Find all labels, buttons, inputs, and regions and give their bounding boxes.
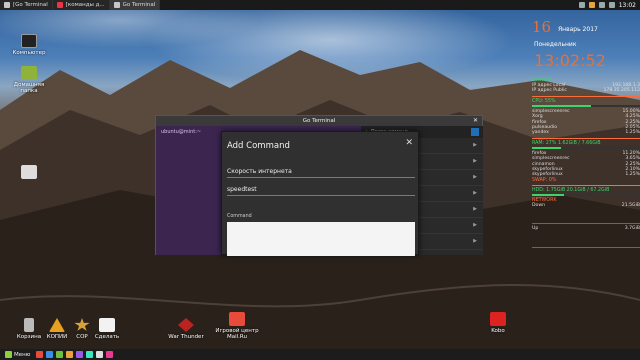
dialog-title: Add Command (227, 141, 290, 151)
add-command-dialog: Add Command ✕ Скорость интернета speedte… (221, 131, 419, 256)
conky-weekday: Понедельник (534, 41, 577, 48)
update-icon[interactable] (588, 2, 595, 8)
battery-icon[interactable] (608, 2, 615, 8)
desktop-icon-sdelat[interactable]: Сделать (84, 318, 130, 340)
conky-time: 13:02:52 (534, 51, 606, 70)
cpu-bar (532, 104, 640, 107)
window-close-icon[interactable]: ✕ (473, 116, 478, 126)
system-tray: 13:02 (578, 2, 640, 9)
launcher-terminal-icon[interactable] (56, 351, 64, 358)
launcher-browser-icon[interactable] (36, 351, 44, 358)
desktop-icon-file[interactable] (6, 165, 52, 181)
game-center-icon (229, 312, 245, 326)
panel-clock[interactable]: 13:02 (619, 2, 636, 9)
run-arrow-icon[interactable]: ▶ (473, 238, 477, 244)
network-icon[interactable] (578, 2, 585, 8)
launcher-app2-icon[interactable] (76, 351, 84, 358)
desktop-icon-home[interactable]: Домашняя папка (6, 66, 52, 94)
download-graph (532, 210, 640, 225)
launcher-files-icon[interactable] (46, 351, 54, 358)
conky-swap-title: SWAP: 0% (532, 177, 557, 183)
cpu-process-row: yandex 1.25% (532, 130, 640, 136)
conky-widget: 16 Январь 2017 Понедельник 13:02:52 SYST… (532, 20, 640, 250)
war-thunder-icon (178, 318, 194, 332)
volume-icon[interactable] (598, 2, 605, 8)
search-button[interactable] (471, 128, 479, 136)
command-name-field[interactable]: Скорость интернета (227, 166, 415, 178)
run-arrow-icon[interactable]: ▶ (473, 142, 477, 148)
file-icon (21, 165, 37, 179)
run-arrow-icon[interactable]: ▶ (473, 174, 477, 180)
taskbar-item-terminal[interactable]: [Go Terminal (0, 0, 53, 10)
desktop-icon-mailru[interactable]: Игровой центр Mail.Ru (214, 312, 260, 340)
upload-graph (532, 234, 640, 248)
terminal-icon (113, 2, 120, 8)
ram-bar (532, 146, 640, 149)
run-arrow-icon[interactable]: ▶ (473, 190, 477, 196)
conky-ram-title: RAM: 27% 1.62GiB / 7.66GiB (532, 140, 601, 146)
computer-icon (21, 34, 37, 48)
top-panel: [Go Terminal [команды д... Go Terminal 1… (0, 0, 640, 10)
hdd-bar (532, 193, 640, 196)
terminal-icon (4, 2, 10, 8)
conky-cpu-title: CPU: 55% (532, 98, 556, 104)
launcher-app-icon[interactable] (66, 351, 74, 358)
taskbar-item-browser[interactable]: [команды д... (52, 0, 110, 10)
run-arrow-icon[interactable]: ▶ (473, 158, 477, 164)
taskbar-item-go-terminal[interactable]: Go Terminal (109, 0, 161, 10)
desktop-icon-war-thunder[interactable]: War Thunder (163, 318, 209, 340)
trash-icon (24, 318, 34, 332)
command-textarea[interactable] (227, 222, 415, 256)
launcher-app5-icon[interactable] (106, 351, 114, 358)
run-arrow-icon[interactable]: ▶ (473, 222, 477, 228)
launcher-app3-icon[interactable] (86, 351, 94, 358)
window-titlebar[interactable]: Go Terminal ✕ (156, 116, 482, 126)
dialog-close-icon[interactable]: ✕ (405, 138, 413, 148)
menu-button[interactable]: Меню (2, 351, 33, 358)
browser-icon (56, 2, 63, 8)
document-icon (99, 318, 115, 332)
desktop-icon-computer[interactable]: Компьютер (6, 34, 52, 56)
command-text-field[interactable]: speedtest (227, 184, 415, 196)
desktop-icon-kobo[interactable]: Kobo (475, 312, 521, 334)
home-folder-icon (21, 66, 37, 80)
youtube-icon (490, 312, 506, 326)
conky-ip-public: 178.35.205.112 (603, 88, 640, 94)
command-label: Command (227, 214, 252, 219)
conky-month: Январь 2017 (558, 26, 598, 33)
conky-hdd-title: HDD: 1.75GiB 20.1GiB / 67.2GiB (532, 187, 610, 193)
launcher-app4-icon[interactable] (96, 351, 104, 358)
run-arrow-icon[interactable]: ▶ (473, 206, 477, 212)
bottom-panel: Меню (0, 349, 640, 360)
mint-logo-icon (5, 351, 12, 358)
